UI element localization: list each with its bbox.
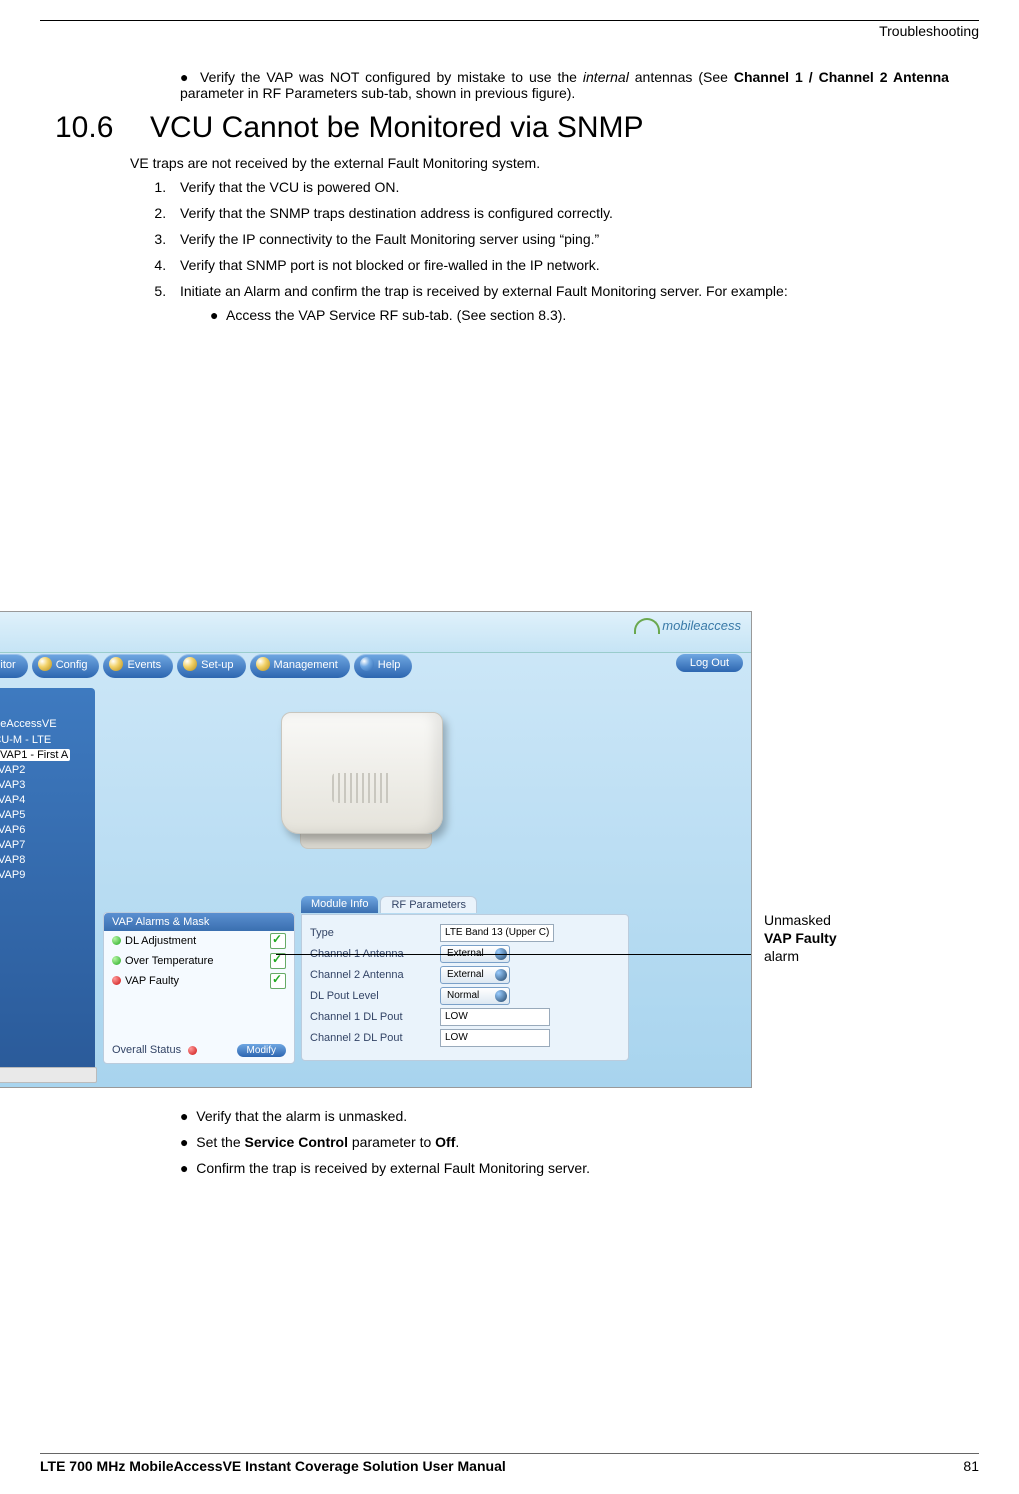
menu-setup[interactable]: Set-up bbox=[177, 654, 245, 678]
section-heading: 10.6VCU Cannot be Monitored via SNMP bbox=[55, 111, 949, 145]
rf-type-field: LTE Band 13 (Upper C) bbox=[440, 924, 554, 942]
dl-pout-level-dropdown[interactable]: Normal bbox=[440, 987, 510, 1005]
menu-management[interactable]: Management bbox=[250, 654, 350, 678]
menu-events[interactable]: Events bbox=[103, 654, 173, 678]
alarms-panel-title: VAP Alarms & Mask bbox=[104, 913, 294, 931]
step-item: Verify that the VCU is powered ON. bbox=[170, 179, 949, 195]
lead-paragraph: VE traps are not received by the externa… bbox=[130, 155, 949, 171]
callout-label: Unmasked VAP Faulty alarm bbox=[764, 911, 884, 966]
logout-button[interactable]: Log Out bbox=[676, 654, 743, 672]
tree-scrollbar[interactable] bbox=[0, 1067, 97, 1083]
post-figure-bullets: ● Verify that the alarm is unmasked. ● S… bbox=[180, 1108, 949, 1176]
ch2-antenna-dropdown[interactable]: External bbox=[440, 966, 510, 984]
footer-page-number: 81 bbox=[963, 1458, 979, 1474]
step-item: Verify that SNMP port is not blocked or … bbox=[170, 257, 949, 273]
device-image bbox=[281, 712, 451, 862]
device-tree[interactable]: MobileAccessVE VCU-M - LTE VAP1 - First … bbox=[0, 688, 95, 1079]
tab-module-info[interactable]: Module Info bbox=[301, 896, 378, 913]
alarm-mask-checkbox[interactable] bbox=[270, 953, 286, 969]
steps-list: Verify that the VCU is powered ON. Verif… bbox=[130, 179, 949, 323]
rf-parameters-panel: TypeLTE Band 13 (Upper C) Channel 1 Ante… bbox=[301, 914, 629, 1061]
footer-manual-title: LTE 700 MHz MobileAccessVE Instant Cover… bbox=[40, 1458, 506, 1474]
header-section-title: Troubleshooting bbox=[40, 23, 979, 39]
main-menu: Monitor Config Events Set-up Management … bbox=[0, 654, 747, 678]
intro-bullet: ●Verify the VAP was NOT configured by mi… bbox=[180, 69, 949, 101]
ch1-dl-pout-field: LOW bbox=[440, 1008, 550, 1026]
alarms-panel: VAP Alarms & Mask DL Adjustment Over Tem… bbox=[103, 912, 295, 1064]
step-item: Initiate an Alarm and confirm the trap i… bbox=[170, 283, 949, 323]
step-item: Verify the IP connectivity to the Fault … bbox=[170, 231, 949, 247]
alarm-row: DL Adjustment bbox=[104, 931, 294, 951]
screenshot-figure: mobileaccess Monitor Config Events Set-u… bbox=[0, 611, 752, 1088]
alarm-mask-checkbox[interactable] bbox=[270, 933, 286, 949]
step-item: Verify that the SNMP traps destination a… bbox=[170, 205, 949, 221]
ch2-dl-pout-field: LOW bbox=[440, 1029, 550, 1047]
logo: mobileaccess bbox=[634, 618, 741, 635]
callout-leader-line bbox=[276, 954, 751, 955]
menu-monitor[interactable]: Monitor bbox=[0, 654, 28, 678]
menu-config[interactable]: Config bbox=[32, 654, 100, 678]
alarm-mask-checkbox[interactable] bbox=[270, 973, 286, 989]
modify-button[interactable]: Modify bbox=[237, 1044, 286, 1057]
alarm-row: VAP Faulty bbox=[104, 971, 294, 991]
alarm-row: Over Temperature bbox=[104, 951, 294, 971]
menu-help[interactable]: Help bbox=[354, 654, 413, 678]
tab-rf-parameters[interactable]: RF Parameters bbox=[380, 896, 477, 913]
